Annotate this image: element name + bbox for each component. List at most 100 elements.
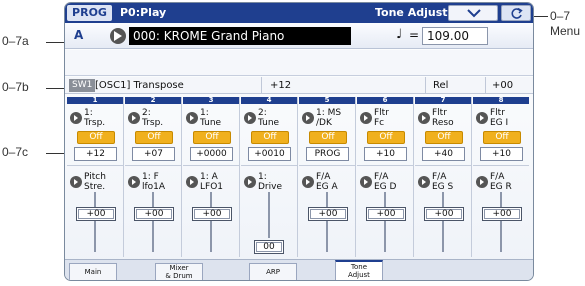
- slider-track[interactable]: [326, 192, 328, 252]
- refresh-icon: [511, 7, 523, 19]
- knob-icon[interactable]: [360, 112, 372, 124]
- channel-number: 4: [241, 97, 297, 104]
- bottom-param-label: 1: Drive: [258, 172, 282, 192]
- divider: [261, 77, 262, 94]
- divider: [485, 77, 486, 94]
- slider-value[interactable]: +00: [482, 207, 522, 221]
- slider-value[interactable]: +00: [76, 207, 116, 221]
- knob-icon[interactable]: [418, 176, 430, 188]
- top-param-value[interactable]: +10: [364, 147, 407, 161]
- divider: [425, 77, 426, 94]
- knob-icon[interactable]: [302, 176, 314, 188]
- tab-tone-adjust[interactable]: Tone Adjust: [335, 260, 383, 280]
- slider-value[interactable]: +00: [308, 207, 348, 221]
- tempo-field[interactable]: 109.00: [422, 27, 488, 45]
- bottom-param-label: 1: A LFO1: [200, 172, 224, 192]
- switch-toggle[interactable]: Off: [425, 131, 463, 144]
- divider: [299, 165, 355, 166]
- top-param-value[interactable]: +40: [422, 147, 465, 161]
- top-param-value[interactable]: +12: [74, 147, 117, 161]
- switch-toggle[interactable]: Off: [483, 131, 521, 144]
- empty-band: [65, 50, 533, 76]
- switch-toggle[interactable]: Off: [309, 131, 347, 144]
- top-param-value[interactable]: +0000: [190, 147, 233, 161]
- channel-number: 2: [125, 97, 181, 104]
- callout-0-7b: 0–7b: [2, 80, 29, 94]
- slider-track[interactable]: [500, 192, 502, 252]
- top-param-value[interactable]: PROG: [306, 147, 349, 161]
- program-page-title: P0:Play: [120, 6, 167, 19]
- strip-7: 7 Fltr Reso Off +40 F/A EG S +00: [415, 97, 472, 257]
- knob-icon[interactable]: [70, 112, 82, 124]
- tab-main[interactable]: Main: [69, 263, 117, 280]
- slider-value[interactable]: 00: [254, 240, 284, 254]
- channel-number: 3: [183, 97, 239, 104]
- knob-icon[interactable]: [128, 176, 140, 188]
- switch-badge: SW1: [69, 79, 96, 92]
- quarter-note-icon: ♩: [396, 27, 403, 42]
- switch-toggle[interactable]: Off: [367, 131, 405, 144]
- switch-toggle[interactable]: Off: [193, 131, 231, 144]
- top-param-label: 1: Tune: [200, 108, 222, 128]
- knob-icon[interactable]: [476, 176, 488, 188]
- slider-value[interactable]: +00: [366, 207, 406, 221]
- slider-track[interactable]: [210, 192, 212, 252]
- bottom-param-label: Pitch Stre.: [84, 172, 106, 192]
- channel-number: 6: [357, 97, 413, 104]
- program-select-button[interactable]: [110, 28, 126, 44]
- knob-icon[interactable]: [70, 176, 82, 188]
- top-param-value[interactable]: +07: [132, 147, 175, 161]
- program-name-field[interactable]: 000: KROME Grand Piano: [129, 27, 351, 45]
- strip-4: 4 2: Tune Off +0010 1: Drive 00: [241, 97, 298, 257]
- strip-3: 3 1: Tune Off +0000 1: A LFO1 +00: [183, 97, 240, 257]
- switch-mode: Rel: [433, 80, 449, 91]
- header-bar: PROG P0:Play Tone Adjust: [65, 3, 533, 23]
- divider: [473, 165, 529, 166]
- knob-icon[interactable]: [418, 112, 430, 124]
- knob-icon[interactable]: [186, 176, 198, 188]
- knob-icon[interactable]: [360, 176, 372, 188]
- switch-value: +12: [270, 80, 292, 91]
- top-param-label: 1: Trsp.: [84, 108, 106, 128]
- bank-label: A: [74, 28, 84, 42]
- knob-icon[interactable]: [186, 112, 198, 124]
- callout-menu-label: Menu: [550, 24, 581, 38]
- slider-value[interactable]: +00: [192, 207, 232, 221]
- knob-icon[interactable]: [244, 112, 256, 124]
- knob-icon[interactable]: [302, 112, 314, 124]
- divider: [183, 165, 239, 166]
- knob-icon[interactable]: [244, 176, 256, 188]
- slider-track[interactable]: [94, 192, 96, 252]
- tab-arp[interactable]: ARP: [249, 263, 297, 280]
- switch-toggle[interactable]: Off: [251, 131, 289, 144]
- write-button[interactable]: [501, 5, 531, 21]
- bottom-param-label: F/A EG A: [316, 172, 338, 192]
- slider-value[interactable]: +00: [424, 207, 464, 221]
- switch-toggle[interactable]: Off: [135, 131, 173, 144]
- switch-toggle[interactable]: Off: [77, 131, 115, 144]
- program-select-row: A 000: KROME Grand Piano ♩ = 109.00: [65, 23, 533, 49]
- strip-8: 8 Fltr EG I Off +10 F/A EG R +00: [473, 97, 530, 257]
- bottom-param-label: 1: F lfo1A: [142, 172, 166, 192]
- strip-5: 5 1: MS /DK Off PROG F/A EG A +00: [299, 97, 356, 257]
- slider-track[interactable]: [152, 192, 154, 252]
- slider-track[interactable]: [442, 192, 444, 252]
- strip-6: 6 Fltr Fc Off +10 F/A EG D +00: [357, 97, 414, 257]
- callout-line-0-7c: [46, 153, 66, 154]
- slider-value[interactable]: +00: [134, 207, 174, 221]
- knob-icon[interactable]: [476, 112, 488, 124]
- divider: [357, 165, 413, 166]
- callout-line-0-7b: [46, 88, 66, 89]
- menu-button[interactable]: [448, 5, 498, 21]
- top-param-value[interactable]: +0010: [248, 147, 291, 161]
- tab-mixer-drum[interactable]: Mixer & Drum: [155, 263, 203, 280]
- channel-number: 1: [67, 97, 123, 104]
- channel-number: 8: [473, 97, 529, 104]
- switch-parameter: [OSC1] Transpose: [95, 80, 184, 91]
- page-title: Tone Adjust: [375, 6, 448, 19]
- switch-intensity: +00: [492, 80, 514, 91]
- slider-track[interactable]: [384, 192, 386, 252]
- knob-icon[interactable]: [128, 112, 140, 124]
- top-param-value[interactable]: +10: [480, 147, 523, 161]
- slider-track[interactable]: [268, 192, 270, 238]
